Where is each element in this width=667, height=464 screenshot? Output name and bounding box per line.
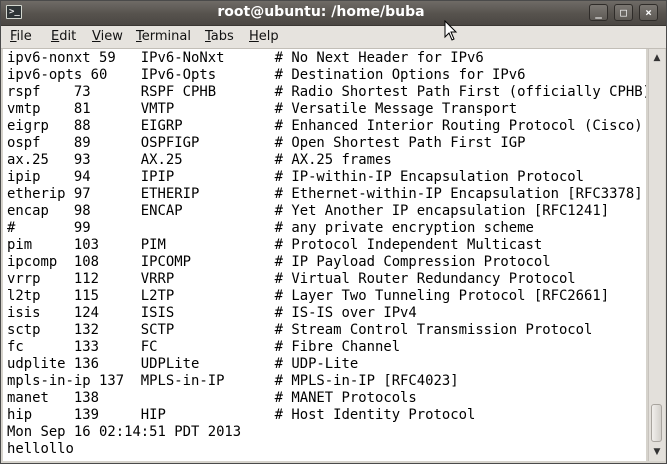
- vertical-scrollbar[interactable]: ▲ ▼: [648, 49, 665, 461]
- menu-terminal[interactable]: Terminal: [136, 29, 191, 45]
- terminal-line: Mon Sep 16 02:14:51 PDT 2013: [7, 424, 242, 440]
- menu-view-label: iew: [100, 29, 123, 44]
- terminal-output[interactable]: ipv6-nonxt 59 IPv6-NoNxt # No Next Heade…: [3, 49, 646, 461]
- terminal-line: ipcomp 108 IPCOMP # IP Payload Compressi…: [7, 254, 551, 270]
- menu-tabs[interactable]: Tabs: [205, 29, 234, 45]
- menu-file-label: ile: [16, 29, 32, 44]
- scroll-up-arrow-icon[interactable]: ▲: [650, 51, 664, 65]
- terminal-line: ipip 94 IPIP # IP-within-IP Encapsulatio…: [7, 169, 585, 185]
- menu-edit[interactable]: Edit: [51, 29, 76, 45]
- terminal-line: ipv6-nonxt 59 IPv6-NoNxt # No Next Heade…: [7, 50, 484, 66]
- menu-help[interactable]: Help: [249, 29, 279, 45]
- scroll-thumb[interactable]: [651, 404, 662, 442]
- close-icon: ×: [645, 6, 652, 19]
- terminal-line: hip 139 HIP # Host Identity Protocol: [7, 407, 476, 423]
- terminal-line: pim 103 PIM # Protocol Independent Multi…: [7, 237, 543, 253]
- menu-view[interactable]: View: [92, 29, 123, 45]
- terminal-line: # 99 # any private encryption scheme: [7, 220, 534, 236]
- menu-help-mnemonic: H: [249, 29, 259, 44]
- terminal-window: >_ root@ubuntu: /home/buba _ □ × File Ed…: [0, 0, 667, 464]
- terminal-line: ipv6-opts 60 IPv6-Opts # Destination Opt…: [7, 67, 526, 83]
- terminal-line: sctp 132 SCTP # Stream Control Transmiss…: [7, 322, 593, 338]
- maximize-button[interactable]: □: [614, 4, 633, 21]
- terminal-line: fc 133 FC # Fibre Channel: [7, 339, 401, 355]
- menu-bar: File Edit View Terminal Tabs Help: [1, 26, 666, 49]
- mouse-pointer-icon: [444, 20, 458, 41]
- terminal-line: mpls-in-ip 137 MPLS-in-IP # MPLS-in-IP […: [7, 373, 459, 389]
- terminal-line: l2tp 115 L2TP # Layer Two Tunneling Prot…: [7, 288, 610, 304]
- terminal-line: eigrp 88 EIGRP # Enhanced Interior Routi…: [7, 118, 643, 134]
- maximize-icon: □: [620, 6, 627, 19]
- terminal-line: vmtp 81 VMTP # Versatile Message Transpo…: [7, 101, 518, 117]
- window-title: root@ubuntu: /home/buba: [217, 4, 425, 20]
- terminal-line: hellollo: [7, 441, 74, 457]
- close-button[interactable]: ×: [639, 4, 658, 21]
- terminal-line: encap 98 ENCAP # Yet Another IP encapsul…: [7, 203, 610, 219]
- menu-file[interactable]: File: [10, 29, 32, 45]
- terminal-line: vrrp 112 VRRP # Virtual Router Redundanc…: [7, 271, 576, 287]
- menu-tabs-label: abs: [210, 29, 234, 44]
- title-bar[interactable]: >_ root@ubuntu: /home/buba _ □ ×: [1, 1, 666, 26]
- terminal-line: etherip 97 ETHERIP # Ethernet-within-IP …: [7, 186, 643, 202]
- terminal-line: rspf 73 RSPF CPHB # Radio Shortest Path …: [7, 84, 646, 100]
- terminal-line: ax.25 93 AX.25 # AX.25 frames: [7, 152, 392, 168]
- menu-help-label: elp: [258, 29, 279, 44]
- terminal-line: manet 138 # MANET Protocols: [7, 390, 417, 406]
- terminal-line: isis 124 ISIS # IS-IS over IPv4: [7, 305, 417, 321]
- menu-edit-mnemonic: E: [51, 29, 60, 44]
- minimize-icon: _: [595, 6, 602, 19]
- terminal-line: udplite 136 UDPLite # UDP-Lite: [7, 356, 359, 372]
- menu-view-mnemonic: V: [92, 29, 101, 44]
- menu-edit-label: dit: [59, 29, 77, 44]
- scroll-down-arrow-icon[interactable]: ▼: [650, 445, 664, 459]
- menu-terminal-label: erminal: [141, 29, 191, 44]
- minimize-button[interactable]: _: [589, 4, 608, 21]
- terminal-line: ospf 89 OSPFIGP # Open Shortest Path Fir…: [7, 135, 526, 151]
